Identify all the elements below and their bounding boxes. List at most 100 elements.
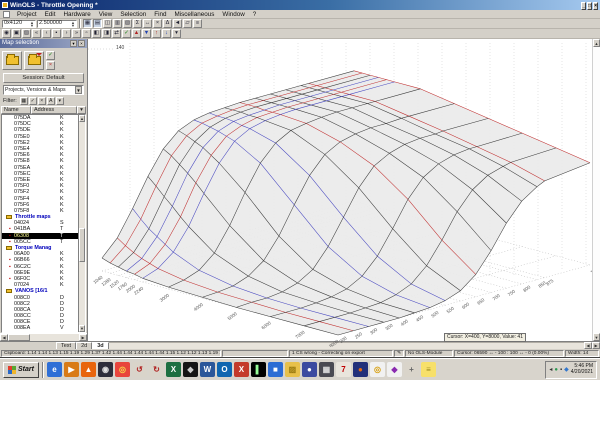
taskbar-chrome-canary-icon[interactable]: ◎ — [369, 362, 385, 377]
scroll-up-icon[interactable]: ▲ — [593, 39, 600, 47]
panel-hscrollbar[interactable]: ◀ ▶ — [0, 333, 87, 341]
title-bar[interactable]: WinOLS - Throttle Opening * _ □ × — [0, 0, 600, 10]
delta-button[interactable]: Δ — [163, 19, 172, 28]
scroll-left-icon[interactable]: ◀ — [0, 334, 8, 341]
back-button[interactable]: ◄ — [173, 19, 182, 28]
menu-item-project[interactable]: Project — [13, 11, 41, 18]
increase-button[interactable]: ▲ — [132, 29, 141, 38]
filter-ok-button[interactable]: ✓ — [28, 97, 37, 105]
scroll-right-icon[interactable]: ▶ — [592, 342, 600, 349]
next-map-button[interactable]: › — [62, 29, 71, 38]
taskbar-word-icon[interactable]: W — [199, 362, 215, 377]
spinner-icon[interactable]: ▲ ▼ — [30, 20, 34, 27]
view-3d-button[interactable]: ▤ — [93, 19, 102, 28]
maximize-button[interactable]: □ — [587, 1, 593, 10]
panel-close-button[interactable]: × — [78, 40, 85, 47]
scroll-thumb[interactable] — [8, 334, 30, 341]
taskbar-media-blue-icon[interactable]: ● — [301, 362, 317, 377]
cols-button[interactable]: ▧ — [123, 19, 132, 28]
lower-button[interactable]: ↓ — [162, 29, 171, 38]
filter-more-button[interactable]: ▾ — [55, 97, 64, 105]
rows-button[interactable]: ▥ — [113, 19, 122, 28]
taskbar-firefox-icon[interactable]: ● — [352, 362, 368, 377]
options-button[interactable]: ▾ — [172, 29, 181, 38]
map-row[interactable]: 008F0 V — [2, 332, 85, 333]
scope-dropdown[interactable]: Projects, Versions & Maps ▼ — [3, 85, 84, 95]
panel-pin-button[interactable]: ▾ — [70, 40, 77, 47]
filter-all-button[interactable]: ▦ — [19, 97, 28, 105]
taskbar-chrome-icon[interactable]: ◎ — [114, 362, 130, 377]
taskbar-color-wheel-icon[interactable]: ◆ — [386, 362, 402, 377]
minimize-button[interactable]: _ — [581, 1, 587, 10]
taskbar-folder-icon[interactable]: ▨ — [284, 362, 300, 377]
import-project-button[interactable] — [24, 50, 44, 70]
taskbar-excel-red-icon[interactable]: X — [233, 362, 249, 377]
stop-button[interactable]: ▪ — [52, 29, 61, 38]
first-map-button[interactable]: « — [32, 29, 41, 38]
taskbar-redo-icon[interactable]: ↻ — [148, 362, 164, 377]
menu-item-miscellaneous[interactable]: Miscellaneous — [170, 11, 218, 18]
menu-item-window[interactable]: Window — [218, 11, 248, 18]
menu-item-view[interactable]: View — [95, 11, 117, 18]
list-vscrollbar[interactable]: ▲ ▼ — [78, 115, 85, 332]
taskbar-notes-icon[interactable]: ≡ — [420, 362, 436, 377]
taskbar-7zip-icon[interactable]: 7 — [335, 362, 351, 377]
scroll-right-icon[interactable]: ▶ — [79, 334, 87, 341]
address-combo[interactable]: 0x4120 ▲ ▼ — [2, 19, 36, 28]
scroll-up-icon[interactable]: ▲ — [79, 115, 85, 122]
accept-button[interactable]: ✓ — [46, 50, 55, 60]
taskbar-media-player-icon[interactable]: ▶ — [63, 362, 79, 377]
session-button[interactable]: Session: Default — [3, 73, 84, 83]
grid-button[interactable]: ◫ — [103, 19, 112, 28]
hex-window-button[interactable]: ▨ — [22, 29, 31, 38]
map-window-button[interactable]: ▣ — [12, 29, 21, 38]
view-vscrollbar[interactable]: ▲ ▼ — [592, 39, 600, 341]
taskbar-photo-tiles-icon[interactable]: ▦ — [318, 362, 334, 377]
menu-item-edit[interactable]: Edit — [41, 11, 60, 18]
filter-az-button[interactable]: A — [46, 97, 55, 105]
view-2d-button[interactable]: ▦ — [83, 19, 92, 28]
taskbar-black-tool-icon[interactable]: ◆ — [182, 362, 198, 377]
scroll-thumb[interactable] — [79, 227, 85, 262]
delete-button[interactable]: × — [153, 19, 162, 28]
taskbar-excel-icon[interactable]: X — [165, 362, 181, 377]
column-name[interactable]: Name — [1, 106, 31, 114]
taskbar-photos-icon[interactable]: ◉ — [97, 362, 113, 377]
sum-button[interactable]: Σ — [133, 19, 142, 28]
sort-icon[interactable]: ▾ — [77, 106, 86, 114]
swap-button[interactable]: ⇄ — [112, 29, 121, 38]
menu-item-hardware[interactable]: Hardware — [59, 11, 94, 18]
list-button[interactable]: ≡ — [193, 19, 202, 28]
panel-title-bar[interactable]: Map selection ▾ × — [0, 39, 87, 48]
close-button[interactable]: × — [593, 1, 598, 10]
decrease-button[interactable]: ▼ — [142, 29, 151, 38]
taskbar-undo-icon[interactable]: ↺ — [131, 362, 147, 377]
scroll-down-icon[interactable]: ▼ — [79, 325, 85, 332]
menu-item-find[interactable]: Find — [150, 11, 170, 18]
scroll-down-icon[interactable]: ▼ — [593, 333, 600, 341]
select-button[interactable]: ▫ — [82, 29, 91, 38]
open-project-button[interactable] — [2, 50, 22, 70]
taskbar-vlc-icon[interactable]: ▲ — [80, 362, 96, 377]
prev-map-button[interactable]: ‹ — [42, 29, 51, 38]
compare-button[interactable]: ↔ — [143, 19, 152, 28]
taskbar-internet-explorer-icon[interactable]: e — [46, 362, 62, 377]
menu-item-?[interactable]: ? — [249, 11, 261, 18]
remove-button[interactable]: × — [46, 60, 55, 70]
map-3d-view[interactable]: 140 1040 1280 1520 1760 2000 2240 3000 4000 5000 6… — [88, 39, 592, 347]
last-map-button[interactable]: » — [72, 29, 81, 38]
column-address[interactable]: Address — [31, 106, 77, 114]
spinner-icon[interactable]: ▲ ▼ — [71, 20, 75, 27]
chevron-down-icon[interactable]: ▼ — [75, 86, 82, 94]
taskbar-terminal-icon[interactable]: ▌ — [250, 362, 266, 377]
magnifier-button[interactable]: ◉ — [2, 29, 11, 38]
factor-combo[interactable]: 2.500000 ▲ ▼ — [37, 19, 77, 28]
start-button[interactable]: Start — [3, 361, 39, 378]
taskbar-wrench-icon[interactable]: + — [403, 362, 419, 377]
left-half-button[interactable]: ◧ — [92, 29, 101, 38]
taskbar-windows-app-icon[interactable]: ■ — [267, 362, 283, 377]
shape-button[interactable]: ▱ — [183, 19, 192, 28]
raise-button[interactable]: ↑ — [152, 29, 161, 38]
menu-item-selection[interactable]: Selection — [116, 11, 150, 18]
filter-clear-button[interactable]: × — [37, 97, 46, 105]
